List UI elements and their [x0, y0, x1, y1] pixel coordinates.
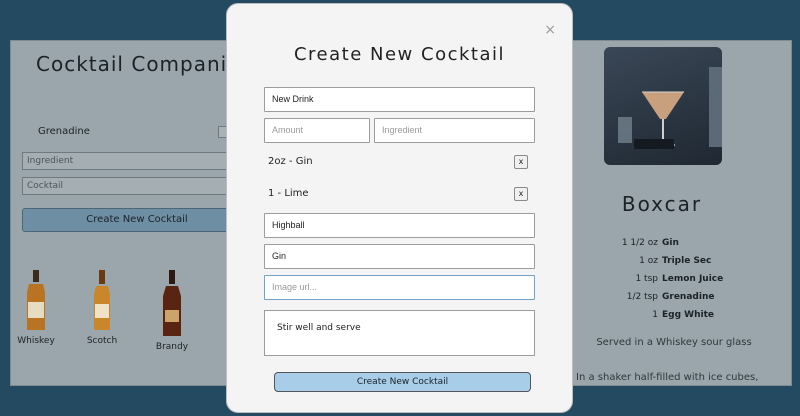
bottle-scotch[interactable]: Scotch	[72, 270, 132, 346]
bottle-brandy[interactable]: Brandy	[142, 270, 202, 352]
bottle-label: Whiskey	[17, 336, 55, 346]
ingredient-input[interactable]: Ingredient	[374, 118, 535, 143]
added-ingredient: 1 - Lime	[268, 188, 309, 199]
ingredient-amount: 1 oz	[639, 256, 658, 266]
ingredient-name: Triple Sec	[662, 256, 712, 266]
ingredient-name: Gin	[662, 238, 679, 248]
amount-input[interactable]: Amount	[264, 118, 370, 143]
create-cocktail-submit-button[interactable]: Create New Cocktail	[274, 372, 531, 392]
cocktail-search-input[interactable]: Cocktail	[22, 177, 252, 195]
ingredient-amount: 1 tsp	[635, 274, 658, 284]
bottle-label: Brandy	[155, 342, 189, 352]
served-in-text: Served in a Whiskey sour glass	[596, 337, 752, 348]
close-icon[interactable]: ×	[544, 22, 556, 38]
whiskey-bottle-icon	[27, 270, 45, 330]
bottle-whiskey[interactable]: Whiskey	[6, 270, 66, 346]
ingredient-row: 1 oz Triple Sec	[584, 256, 764, 266]
cocktail-photo	[604, 47, 722, 165]
martini-glass-icon	[618, 67, 722, 149]
ingredient-amount: 1 1/2 oz	[621, 238, 658, 248]
remove-ingredient-button[interactable]: x	[514, 155, 528, 169]
method-text: In a shaker half-filled with ice cubes,	[576, 372, 759, 383]
bottle-label: Scotch	[86, 336, 118, 346]
ingredient-amount: 1	[652, 310, 658, 320]
image-url-input[interactable]: Image url...	[264, 275, 535, 300]
ingredient-row: 1 1/2 oz Gin	[584, 238, 764, 248]
spirit-input[interactable]: Gin	[264, 244, 535, 269]
ingredient-amount: 1/2 tsp	[626, 292, 658, 302]
added-ingredient: 2oz - Gin	[268, 156, 313, 167]
glass-input[interactable]: Highball	[264, 213, 535, 238]
selected-ingredient-label: Grenadine	[38, 126, 90, 137]
ingredient-row: 1 Egg White	[584, 310, 764, 320]
remove-ingredient-button[interactable]: x	[514, 187, 528, 201]
create-cocktail-button-bg[interactable]: Create New Cocktail	[22, 208, 252, 232]
ingredient-row: 1 tsp Lemon Juice	[584, 274, 764, 284]
create-cocktail-modal: × Create New Cocktail New Drink Amount I…	[226, 3, 573, 413]
cocktail-name-input[interactable]: New Drink	[264, 87, 535, 112]
ingredient-search-input[interactable]: Ingredient	[22, 152, 252, 170]
brandy-bottle-icon	[163, 270, 181, 336]
modal-title: Create New Cocktail	[293, 44, 505, 65]
ingredient-name: Egg White	[662, 310, 714, 320]
instructions-textarea[interactable]: Stir well and serve	[264, 310, 535, 356]
cocktail-name: Boxcar	[621, 192, 703, 216]
scotch-bottle-icon	[94, 270, 110, 330]
app-title: Cocktail Companion	[36, 52, 255, 76]
ingredient-name: Grenadine	[662, 292, 715, 302]
ingredient-name: Lemon Juice	[662, 274, 724, 284]
ingredient-row: 1/2 tsp Grenadine	[584, 292, 764, 302]
